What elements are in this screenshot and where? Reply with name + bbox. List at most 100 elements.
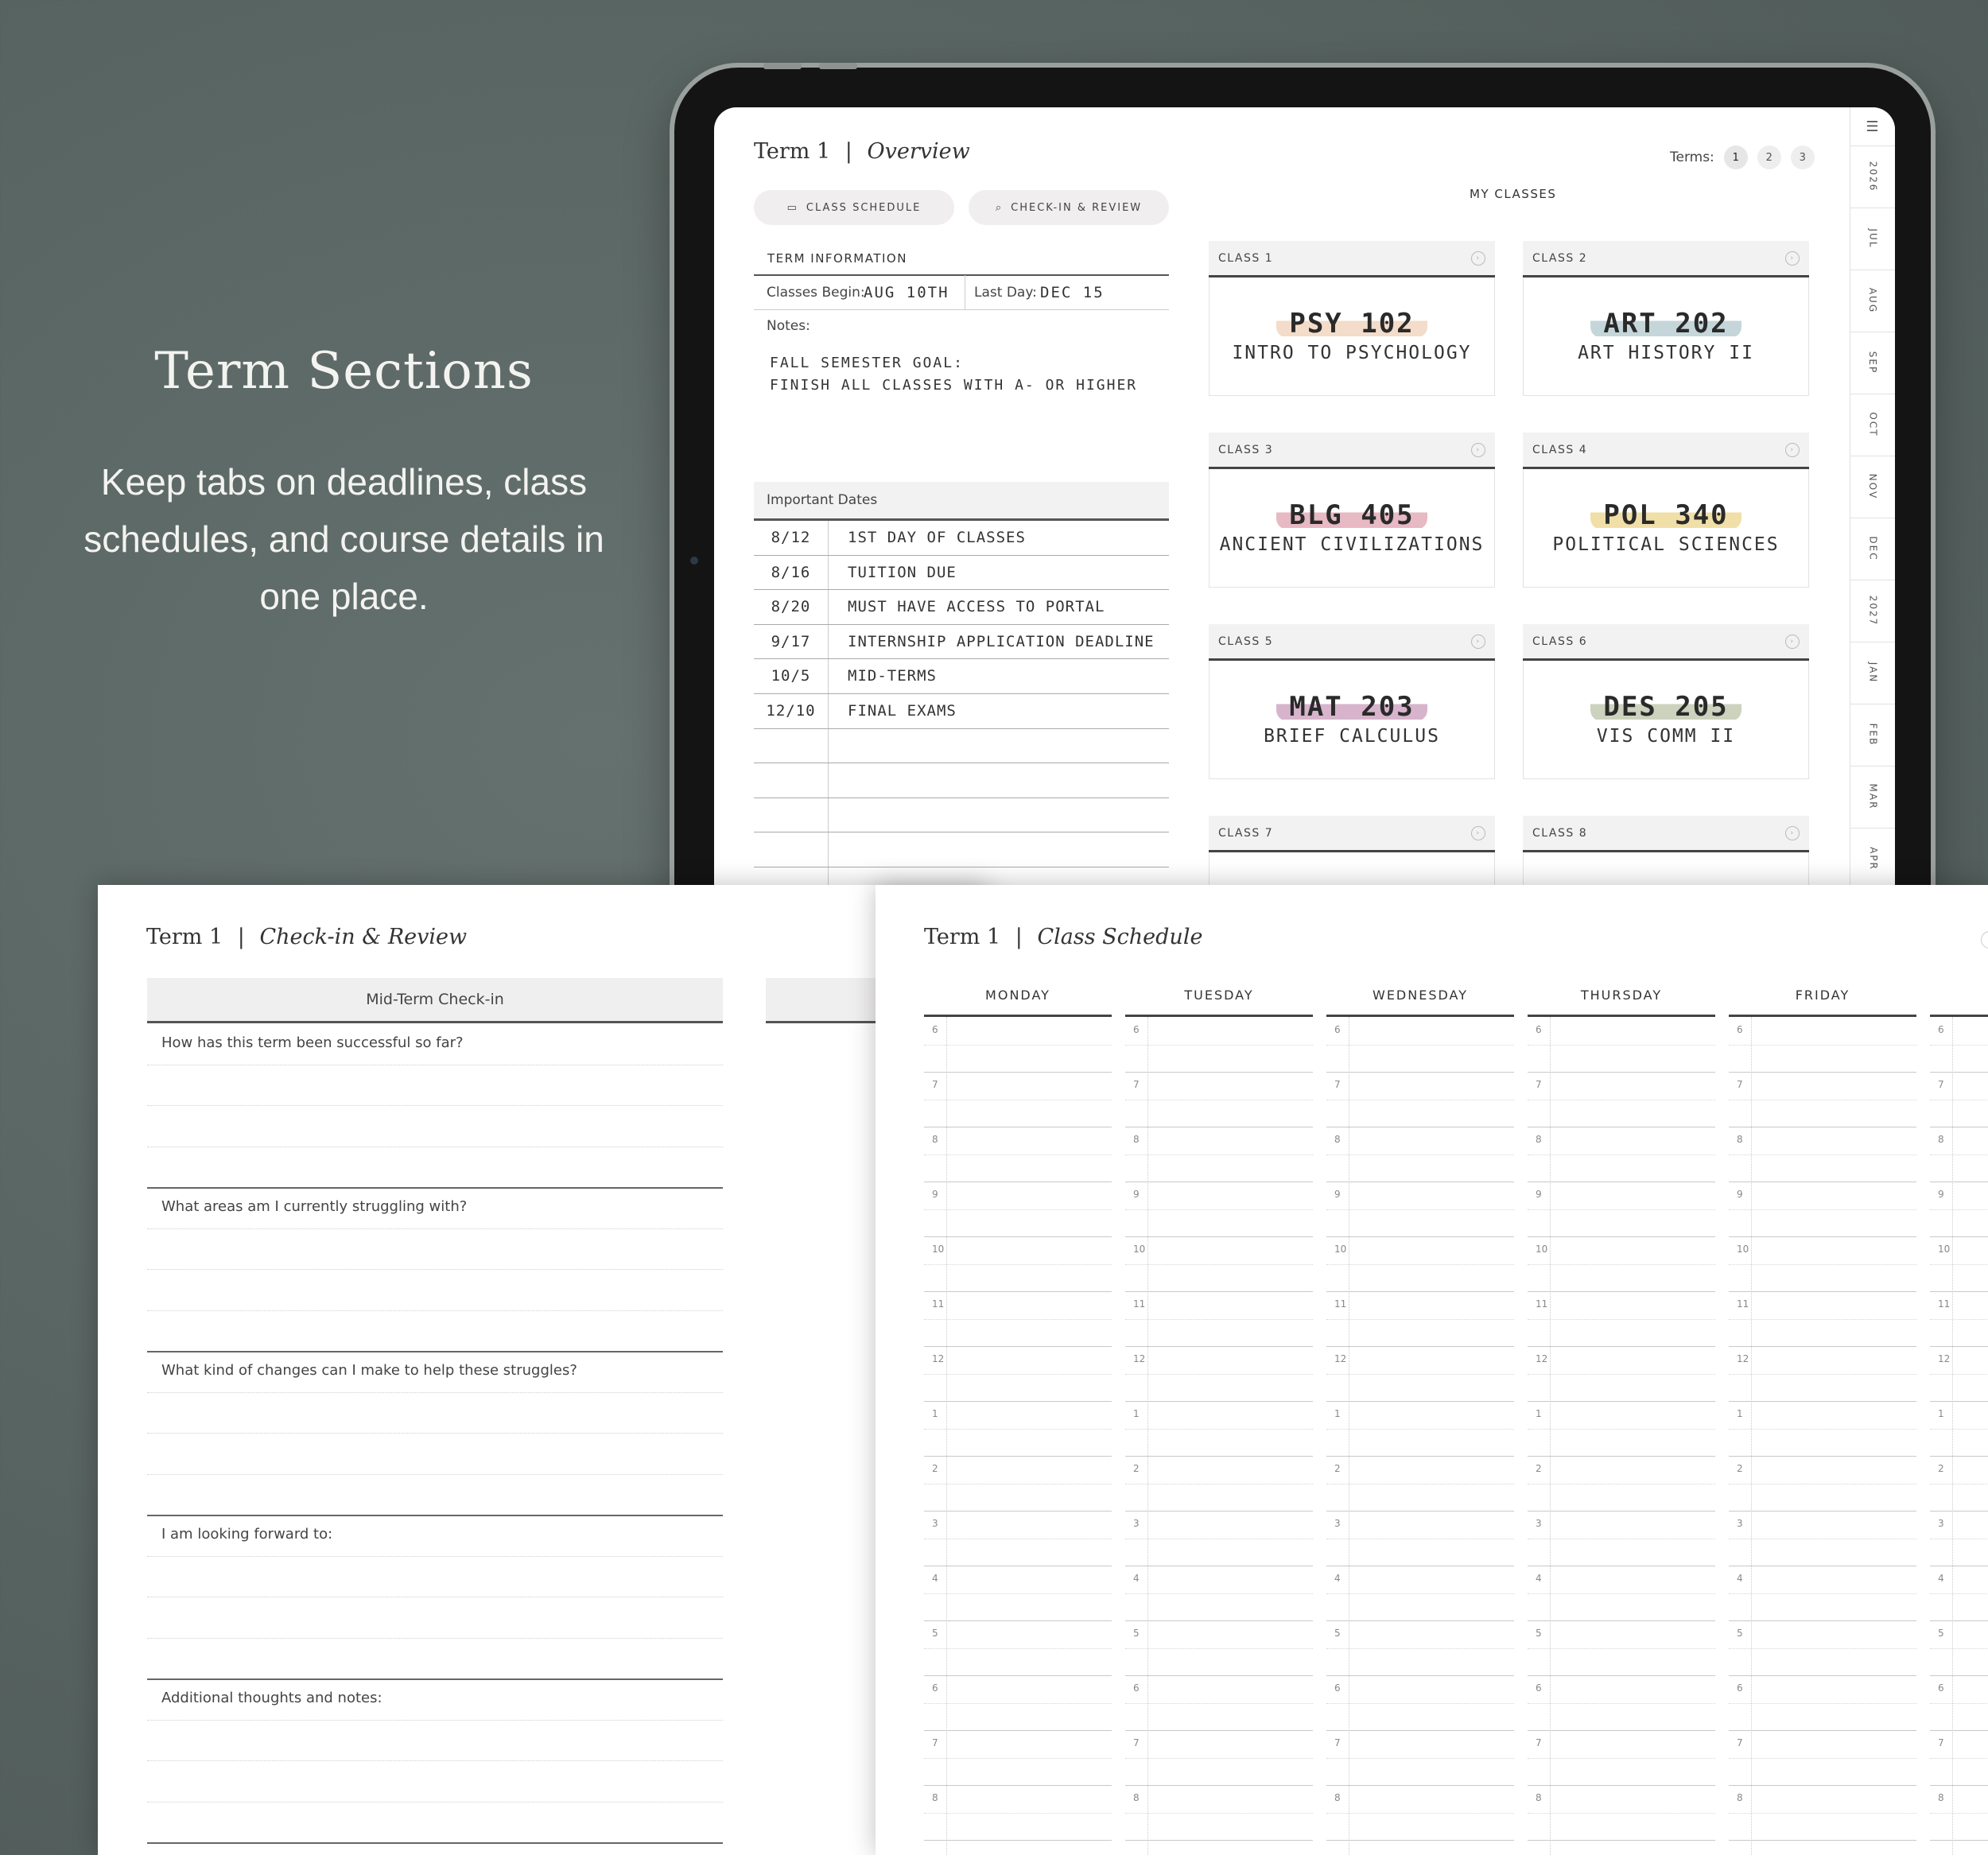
answer-line[interactable] [147,1105,723,1106]
time-slot[interactable] [1551,1017,1715,1072]
time-slot[interactable] [1350,1401,1514,1456]
time-slot[interactable] [1954,1456,1988,1511]
time-slot[interactable] [1753,1236,1916,1291]
time-slot[interactable] [1954,1785,1988,1840]
time-slot[interactable] [1350,1017,1514,1072]
time-slot[interactable] [948,1346,1112,1401]
term-button-3[interactable]: 3 [1790,146,1815,169]
arrow-right-icon[interactable]: › [1471,634,1485,649]
time-slot[interactable] [1551,1620,1715,1675]
date-row[interactable] [754,798,1169,833]
time-slot[interactable] [948,1017,1112,1072]
time-slot[interactable] [1149,1456,1313,1511]
menu-icon[interactable]: ☰ [1850,107,1895,146]
arrow-right-icon[interactable]: › [1785,634,1800,649]
time-slot[interactable] [1551,1072,1715,1127]
time-slot[interactable] [948,1785,1112,1840]
time-slot[interactable] [1149,1017,1313,1072]
term-button-2[interactable]: 2 [1757,146,1781,169]
time-slot[interactable] [948,1127,1112,1182]
class-schedule-button[interactable]: ▭ CLASS SCHEDULE [754,190,954,225]
arrow-right-icon[interactable]: › [1785,442,1800,457]
time-slot[interactable] [948,1236,1112,1291]
date-row[interactable]: 9/17 INTERNSHIP APPLICATION DEADLINE [754,625,1169,660]
time-slot[interactable] [1149,1291,1313,1346]
arrow-right-icon[interactable]: › [1471,250,1485,266]
time-slot[interactable] [1551,1127,1715,1182]
time-slot[interactable] [1954,1017,1988,1072]
arrow-right-icon[interactable]: › [1785,250,1800,266]
answer-line[interactable] [147,1719,723,1721]
time-slot[interactable] [1954,1511,1988,1566]
date-row[interactable]: 10/5 MID-TERMS [754,659,1169,694]
side-tab-sep[interactable]: SEP [1850,332,1895,394]
time-slot[interactable] [1350,1511,1514,1566]
date-row[interactable]: 8/12 1ST DAY OF CLASSES [754,521,1169,556]
time-slot[interactable] [1954,1072,1988,1127]
answer-line[interactable] [147,1473,723,1475]
date-row[interactable]: 8/16 TUITION DUE [754,556,1169,591]
time-slot[interactable] [1753,1127,1916,1182]
time-slot[interactable] [1954,1291,1988,1346]
time-slot[interactable] [1551,1182,1715,1236]
side-tab-apr[interactable]: APR [1850,828,1895,891]
time-slot[interactable] [1350,1456,1514,1511]
answer-line[interactable] [147,1760,723,1761]
time-slot[interactable] [1149,1401,1313,1456]
time-slot[interactable] [948,1072,1112,1127]
time-slot[interactable] [1149,1620,1313,1675]
answer-line[interactable] [147,1391,723,1393]
time-slot[interactable] [948,1182,1112,1236]
time-slot[interactable] [1954,1566,1988,1620]
notes-text[interactable]: FALL SEMESTER GOAL: FINISH ALL CLASSES W… [770,352,1137,397]
time-slot[interactable] [1954,1620,1988,1675]
answer-line[interactable] [147,1269,723,1270]
time-slot[interactable] [1149,1236,1313,1291]
time-slot[interactable] [1753,1401,1916,1456]
side-tab-2027[interactable]: 2027 [1850,580,1895,642]
answer-line[interactable] [147,1433,723,1434]
side-tab-mar[interactable]: MAR [1850,766,1895,829]
time-slot[interactable] [1954,1182,1988,1236]
arrow-right-icon[interactable]: › [1471,825,1485,840]
date-row[interactable]: 12/10 FINAL EXAMS [754,694,1169,729]
time-slot[interactable] [1551,1401,1715,1456]
check-in-review-button[interactable]: ⌕ CHECK-IN & REVIEW [969,190,1169,225]
time-slot[interactable] [1954,1401,1988,1456]
time-slot[interactable] [1350,1346,1514,1401]
time-slot[interactable] [1551,1730,1715,1785]
side-tab-nov[interactable]: NOV [1850,456,1895,518]
answer-line[interactable] [147,1310,723,1311]
time-slot[interactable] [1149,1785,1313,1840]
side-tab-feb[interactable]: FEB [1850,704,1895,766]
time-slot[interactable] [948,1401,1112,1456]
time-slot[interactable] [1149,1730,1313,1785]
time-slot[interactable] [1350,1127,1514,1182]
side-tab-jul[interactable]: JUL [1850,208,1895,270]
time-slot[interactable] [1753,1511,1916,1566]
side-tab-dec[interactable]: DEC [1850,518,1895,580]
time-slot[interactable] [1954,1675,1988,1730]
time-slot[interactable] [1350,1785,1514,1840]
time-slot[interactable] [1753,1017,1916,1072]
time-slot[interactable] [948,1456,1112,1511]
class-card-6[interactable]: CLASS 6 › DES 205 VIS COMM II [1523,624,1809,782]
arrow-right-icon[interactable]: › [1471,442,1485,457]
time-slot[interactable] [1954,1127,1988,1182]
time-slot[interactable] [1551,1566,1715,1620]
answer-line[interactable] [147,1228,723,1229]
answer-line[interactable] [147,1555,723,1557]
time-slot[interactable] [1954,1730,1988,1785]
time-slot[interactable] [1350,1072,1514,1127]
time-slot[interactable] [948,1566,1112,1620]
time-slot[interactable] [1753,1182,1916,1236]
class-card-4[interactable]: CLASS 4 › POL 340 POLITICAL SCIENCES [1523,433,1809,590]
time-slot[interactable] [1149,1511,1313,1566]
time-slot[interactable] [1551,1511,1715,1566]
time-slot[interactable] [1149,1346,1313,1401]
time-slot[interactable] [1149,1182,1313,1236]
time-slot[interactable] [948,1675,1112,1730]
nav-circle-icon[interactable] [1981,931,1988,949]
time-slot[interactable] [1753,1291,1916,1346]
time-slot[interactable] [1149,1072,1313,1127]
